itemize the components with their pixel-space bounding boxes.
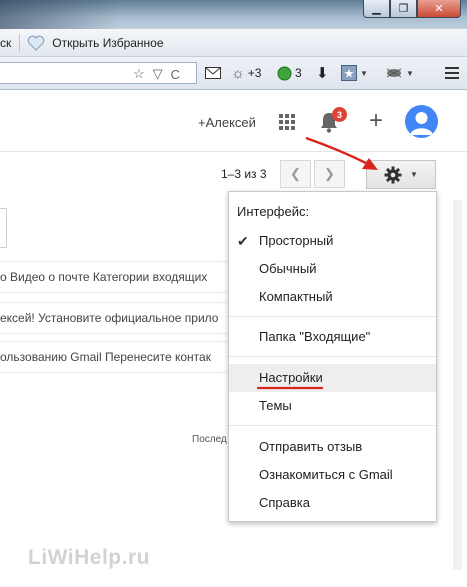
- watermark: LiWiHelp.ru: [28, 546, 150, 569]
- annotation-arrow: [305, 136, 378, 170]
